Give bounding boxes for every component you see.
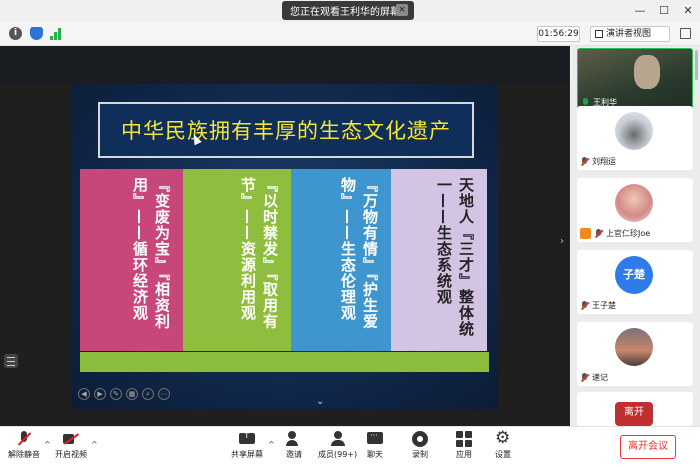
members-button[interactable]: 成员(99+) <box>318 431 357 460</box>
chat-icon <box>367 431 383 447</box>
participant-name: 速记 <box>592 373 608 382</box>
view-mode-label: 演讲者视图 <box>606 29 652 39</box>
microphone-muted-icon <box>594 228 603 239</box>
slide-bottom-band <box>80 352 489 372</box>
meeting-window: 您正在观看王利华的屏幕 × — ☐ ✕ i 01:56:29 演讲者视图 中华民… <box>0 0 700 466</box>
collapse-sidebar-icon[interactable]: › <box>560 236 564 247</box>
slides-grid-icon[interactable]: ▦ <box>126 388 138 400</box>
participant-name: 上官仁珍Joe <box>606 229 651 238</box>
slide-title: 中华民族拥有丰厚的生态文化遗产 <box>121 119 451 143</box>
chevron-down-icon[interactable]: ⌄ <box>316 396 324 407</box>
slide-column-4: 天地人『三才』整体统一——生态系统观 <box>391 169 487 351</box>
microphone-muted-icon <box>580 300 589 311</box>
apps-label: 应用 <box>456 450 472 459</box>
participant-tile[interactable]: 离开 <box>577 392 693 426</box>
avatar <box>615 184 653 222</box>
share-notice-text: 您正在观看王利华的屏幕 <box>290 7 400 18</box>
slide-controls: ◀ ▶ ✎ ▦ ⌕ ⋯ <box>78 388 170 400</box>
zoom-icon[interactable]: ⌕ <box>142 388 154 400</box>
more-icon[interactable]: ⋯ <box>158 388 170 400</box>
shield-icon[interactable] <box>30 27 43 40</box>
apps-button[interactable]: 应用 <box>456 431 472 460</box>
participant-tile[interactable]: 速记 <box>577 322 693 386</box>
sidebar-scrollbar[interactable] <box>695 50 698 80</box>
start-video-button[interactable]: 开启视频 <box>55 431 87 460</box>
prev-slide-icon[interactable]: ◀ <box>78 388 90 400</box>
share-screen-button[interactable]: 共享屏幕 <box>231 431 263 460</box>
shared-screen: 中华民族拥有丰厚的生态文化遗产 『变废为宝』『相资利用』——循环经济观 『以时禁… <box>0 46 570 426</box>
screen-share-notice: 您正在观看王利华的屏幕 × <box>282 1 414 20</box>
meeting-info-bar: i 01:56:29 演讲者视图 <box>0 22 700 46</box>
invite-icon <box>286 431 302 447</box>
chevron-up-icon[interactable]: ^ <box>268 440 275 449</box>
pen-icon[interactable]: ✎ <box>110 388 122 400</box>
minimize-button[interactable]: — <box>628 0 652 22</box>
shared-screen-top <box>0 46 570 84</box>
maximize-button[interactable]: ☐ <box>652 0 676 22</box>
start-video-label: 开启视频 <box>55 450 87 459</box>
record-icon <box>412 431 428 447</box>
apps-icon <box>456 431 472 447</box>
avatar <box>615 328 653 366</box>
unmute-label: 解除静音 <box>8 450 40 459</box>
menu-handle-icon[interactable] <box>4 354 18 368</box>
participant-name: 王子楚 <box>592 301 616 310</box>
microphone-muted-icon <box>580 156 589 167</box>
signal-icon[interactable] <box>50 27 63 40</box>
gear-icon <box>495 428 511 448</box>
microphone-muted-icon <box>16 431 32 447</box>
participant-tile[interactable]: 王利华 <box>577 48 693 112</box>
invite-label: 邀请 <box>286 450 302 459</box>
view-mode-button[interactable]: 演讲者视图 <box>590 26 670 42</box>
host-badge-icon <box>580 228 591 239</box>
info-icon[interactable]: i <box>9 27 22 40</box>
settings-button[interactable]: 设置 <box>495 428 511 460</box>
chevron-up-icon[interactable]: ^ <box>91 440 98 449</box>
slide-title-box: 中华民族拥有丰厚的生态文化遗产 <box>98 102 474 158</box>
chevron-up-icon[interactable]: ^ <box>44 440 51 449</box>
participant-name: 刘翔运 <box>592 157 616 166</box>
settings-label: 设置 <box>495 450 511 459</box>
presentation-slide: 中华民族拥有丰厚的生态文化遗产 『变废为宝』『相资利用』——循环经济观 『以时禁… <box>72 84 498 409</box>
slide-column-2: 『以时禁发』『取用有节』——资源利用观 <box>183 169 291 351</box>
share-screen-icon <box>239 431 255 447</box>
slide-column-3: 『万物有情』『护生爱物』——生态伦理观 <box>291 169 391 351</box>
share-screen-label: 共享屏幕 <box>231 450 263 459</box>
participant-face <box>634 55 660 89</box>
record-button[interactable]: 录制 <box>412 431 428 460</box>
close-window-button[interactable]: ✕ <box>676 0 700 22</box>
title-bar: 您正在观看王利华的屏幕 × — ☐ ✕ <box>0 0 700 22</box>
chat-label: 聊天 <box>367 450 383 459</box>
avatar: 子楚 <box>615 256 653 294</box>
bottom-toolbar: 解除静音 ^ 开启视频 ^ 共享屏幕 ^ 邀请 成员(99+) 聊天 录制 <box>0 426 700 466</box>
meeting-timer: 01:56:29 <box>537 26 580 42</box>
chat-button[interactable]: 聊天 <box>367 431 383 460</box>
record-label: 录制 <box>412 450 428 459</box>
participant-tile[interactable]: 刘翔运 <box>577 106 693 170</box>
avatar: 离开 <box>615 402 653 426</box>
window-controls: — ☐ ✕ <box>628 0 700 22</box>
next-slide-icon[interactable]: ▶ <box>94 388 106 400</box>
avatar <box>615 112 653 150</box>
participant-tile[interactable]: 上官仁珍Joe <box>577 178 693 242</box>
slide-column-1: 『变废为宝』『相资利用』——循环经济观 <box>80 169 183 351</box>
invite-button[interactable]: 邀请 <box>286 431 302 460</box>
close-icon[interactable]: × <box>396 4 408 16</box>
unmute-button[interactable]: 解除静音 <box>8 431 40 460</box>
participant-tile[interactable]: 子楚 王子楚 <box>577 250 693 314</box>
fullscreen-icon[interactable] <box>680 28 691 39</box>
grid-icon <box>595 30 603 38</box>
members-icon <box>330 431 346 447</box>
members-label: 成员(99+) <box>318 450 358 459</box>
participant-panel: 王利华 刘翔运 上官仁珍Joe 子楚 王子楚 速记 离开 <box>571 46 700 426</box>
leave-meeting-button[interactable]: 离开会议 <box>620 435 676 459</box>
camera-off-icon <box>63 431 79 447</box>
microphone-muted-icon <box>580 372 589 383</box>
